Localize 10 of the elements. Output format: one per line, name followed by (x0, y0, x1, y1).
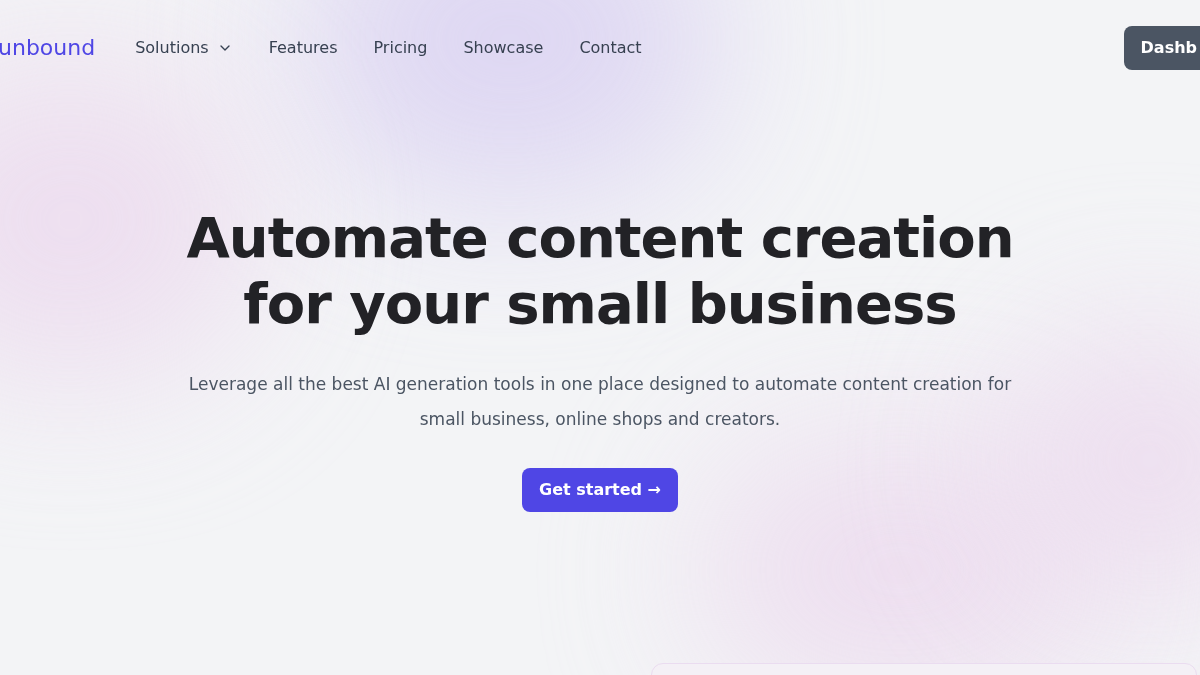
hero-heading: Automate content creation for your small business (186, 205, 1014, 337)
nav-link[interactable]: Contact (579, 35, 642, 60)
hero-subtitle: Leverage all the best AI generation tools in one place designed to automate content creation for small business, online shops and creators. (187, 373, 1013, 431)
dashboard-button[interactable]: Dashb (1123, 25, 1200, 70)
nav-link[interactable]: Solutions (135, 35, 233, 60)
nav-link[interactable]: Pricing (373, 35, 428, 60)
logo[interactable]: unbound (0, 31, 96, 64)
get-started-button[interactable]: Get started → (522, 468, 678, 512)
nav-link[interactable]: Features (268, 35, 338, 60)
nav-link[interactable]: Showcase (463, 35, 544, 60)
